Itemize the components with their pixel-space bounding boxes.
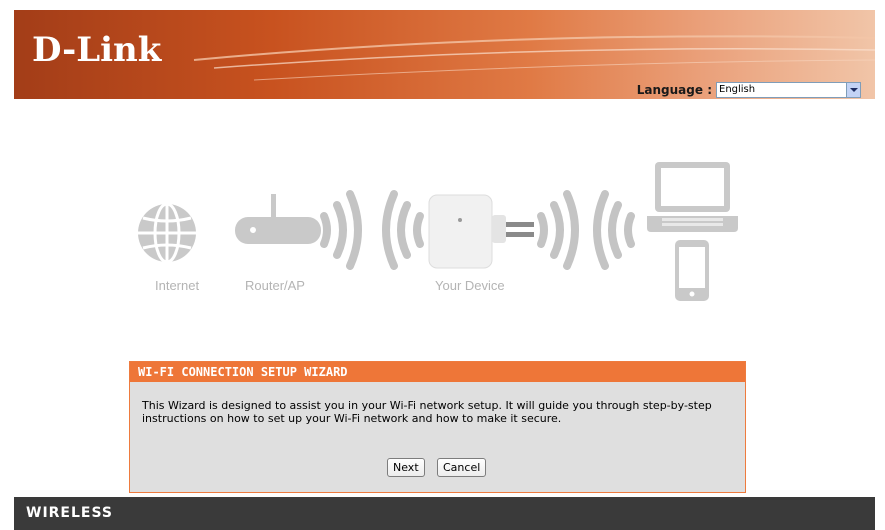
- your-device-label: Your Device: [435, 278, 505, 293]
- wizard-description: This Wizard is designed to assist you in…: [142, 399, 738, 425]
- wifi-waves-icon: [320, 190, 362, 270]
- dlink-logo: D-Link: [32, 30, 162, 70]
- network-diagram: Internet Router/AP Your Device: [0, 150, 885, 310]
- next-button[interactable]: Next: [387, 458, 425, 477]
- internet-label: Internet: [155, 278, 200, 293]
- extender-device-icon: [428, 194, 534, 269]
- wireless-footer-label: WIRELESS: [26, 505, 114, 521]
- phone-icon: [675, 240, 709, 301]
- globe-icon: [138, 202, 196, 264]
- language-selector: Language : English: [637, 81, 861, 99]
- router-icon: [235, 194, 321, 244]
- wifi-waves-icon: [537, 190, 579, 270]
- setup-wizard-panel: WI-FI CONNECTION SETUP WIZARD This Wizar…: [129, 361, 746, 493]
- cancel-button[interactable]: Cancel: [437, 458, 487, 477]
- router-ap-label: Router/AP: [245, 278, 305, 293]
- wifi-waves-icon: [382, 190, 424, 270]
- footer-bar: WIRELESS: [14, 497, 875, 530]
- wifi-waves-icon: [593, 190, 635, 270]
- wizard-title: WI-FI CONNECTION SETUP WIZARD: [130, 362, 745, 382]
- language-label: Language :: [636, 83, 712, 97]
- laptop-icon: [647, 162, 738, 232]
- language-select[interactable]: English: [716, 82, 861, 98]
- header-banner: D-Link Language : English: [14, 10, 875, 99]
- wizard-description-line: instructions on how to set up your Wi-Fi…: [142, 412, 562, 425]
- chevron-down-icon[interactable]: [846, 83, 860, 97]
- language-select-value: English: [719, 84, 756, 95]
- wizard-description-line: This Wizard is designed to assist you in…: [142, 399, 712, 412]
